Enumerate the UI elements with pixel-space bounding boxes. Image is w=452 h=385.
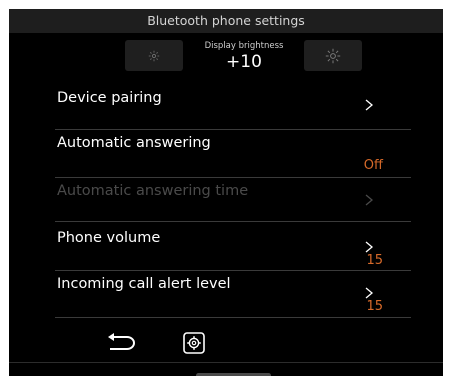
divider <box>55 177 411 178</box>
setting-value: 15 <box>366 299 383 314</box>
brightness-increase-button[interactable] <box>304 40 362 71</box>
phone-screen: Bluetooth phone settings Display brightn… <box>9 9 443 376</box>
chevron-right-icon <box>365 287 374 299</box>
setting-label: Phone volume <box>57 230 161 246</box>
chevron-right-icon <box>365 194 374 206</box>
setting-label: Incoming call alert level <box>57 276 231 292</box>
brightness-value: +10 <box>226 52 262 72</box>
home-indicator[interactable] <box>196 373 271 376</box>
sun-dim-icon <box>148 50 160 61</box>
title-bar: Bluetooth phone settings <box>9 9 443 33</box>
brightness-caption: Display brightness <box>204 41 284 51</box>
gear-icon[interactable] <box>183 332 205 354</box>
back-arrow-icon[interactable] <box>105 332 139 354</box>
setting-label: Automatic answering <box>57 135 211 151</box>
sun-bright-icon <box>325 48 341 63</box>
divider <box>55 221 411 222</box>
setting-label: Device pairing <box>57 90 162 106</box>
setting-value: 15 <box>366 253 383 268</box>
brightness-decrease-button[interactable] <box>125 40 183 71</box>
footer-divider <box>9 362 443 363</box>
chevron-right-icon <box>365 99 374 111</box>
setting-value: Off <box>363 158 383 173</box>
divider <box>55 317 411 318</box>
chevron-right-icon <box>365 241 374 253</box>
divider <box>55 129 411 130</box>
setting-label: Automatic answering time <box>57 183 249 199</box>
divider <box>55 270 411 271</box>
page-title: Bluetooth phone settings <box>147 13 305 28</box>
